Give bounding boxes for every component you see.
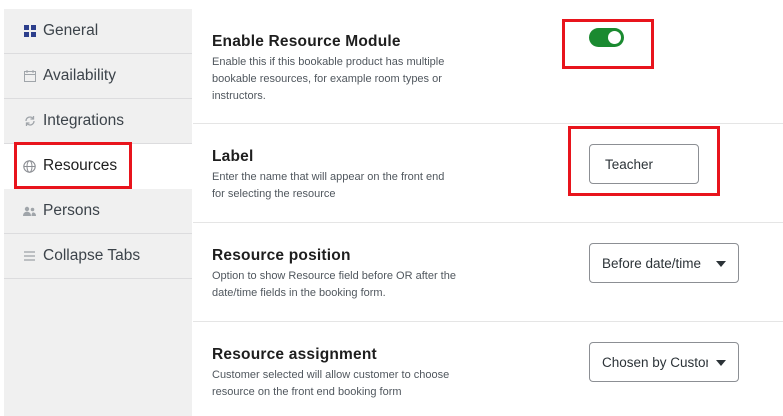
select-value: Chosen by Customer <box>602 354 708 370</box>
product-data-tabs: General Availability Integrations Resour… <box>4 9 192 416</box>
tab-resources[interactable]: Resources <box>4 144 192 189</box>
divider <box>193 123 783 124</box>
setting-description: Enable this if this bookable product has… <box>212 56 445 102</box>
tab-label: Collapse Tabs <box>43 247 141 264</box>
resource-position-select[interactable]: Before date/time <box>589 243 739 283</box>
divider <box>193 222 783 223</box>
tab-label: Persons <box>43 202 100 219</box>
menu-icon <box>23 250 36 263</box>
calendar-icon <box>23 70 36 83</box>
tab-label: General <box>43 22 99 39</box>
setting-description: Option to show Resource field before OR … <box>212 270 456 299</box>
select-value: Before date/time <box>602 255 702 271</box>
tab-label: Availability <box>43 67 116 84</box>
setting-description: Enter the name that will appear on the f… <box>212 171 445 200</box>
globe-icon <box>23 159 36 173</box>
caret-down-icon <box>716 360 726 366</box>
sync-icon <box>23 115 36 128</box>
enable-resource-toggle[interactable] <box>589 28 624 47</box>
tab-collapse[interactable]: Collapse Tabs <box>4 234 192 279</box>
divider <box>193 321 783 322</box>
tab-general[interactable]: General <box>4 9 192 54</box>
setting-enable-module: Enable Resource Module Enable this if th… <box>212 33 783 105</box>
tab-label: Resources <box>43 157 118 174</box>
grid-icon <box>23 25 36 38</box>
caret-down-icon <box>716 261 726 267</box>
setting-description: Customer selected will allow customer to… <box>212 369 450 398</box>
people-icon <box>23 205 36 218</box>
tab-label: Integrations <box>43 112 124 129</box>
tab-persons[interactable]: Persons <box>4 189 192 234</box>
resource-assignment-select[interactable]: Chosen by Customer <box>589 342 739 382</box>
setting-title: Enable Resource Module <box>212 33 401 50</box>
tab-integrations[interactable]: Integrations <box>4 99 192 144</box>
resource-label-input[interactable] <box>589 144 699 184</box>
tab-availability[interactable]: Availability <box>4 54 192 99</box>
toggle-knob <box>608 31 621 44</box>
